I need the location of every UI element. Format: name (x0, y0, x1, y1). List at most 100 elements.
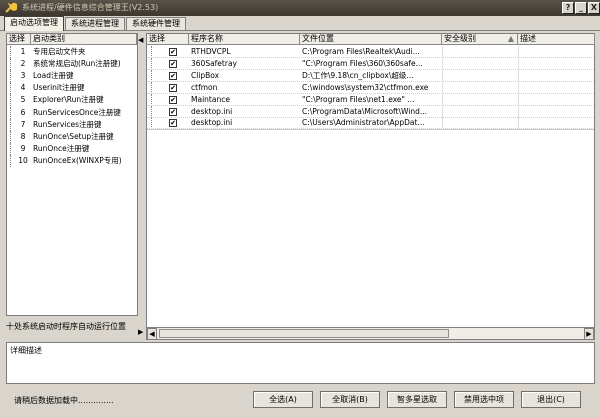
column-header-file-location[interactable]: 文件位置 (300, 34, 442, 45)
row-checkbox[interactable]: ✔ (169, 59, 177, 68)
program-name: desktop.ini (191, 118, 233, 128)
startup-category-item[interactable]: 4 Userinit注册键 (7, 82, 137, 95)
tree-connector (151, 93, 161, 105)
column-separator (442, 57, 443, 69)
row-checkbox[interactable]: ✔ (169, 83, 177, 92)
expand-arrow-icon[interactable]: ▶ (138, 328, 143, 336)
column-header-select[interactable]: 选择 (147, 34, 189, 45)
exit-button[interactable]: 退出(C) (521, 391, 581, 408)
row-checkbox[interactable]: ✔ (169, 119, 177, 128)
column-header-security-level[interactable]: 安全级别 ▲ (442, 34, 518, 45)
category-label: RunOnce注册键 (33, 143, 90, 153)
file-location: "C:\Program Files\360\360safe... (302, 58, 423, 68)
help-button[interactable]: ? (562, 2, 574, 14)
table-row[interactable]: ✔ ClipBox D:\工作\9.18\cn_clipbox\超级... (147, 69, 594, 82)
column-separator (442, 105, 443, 117)
startup-category-item[interactable]: 5 Explorer\Run注册键 (7, 94, 137, 107)
category-label: Load注册键 (33, 71, 74, 81)
table-row[interactable]: ✔ ctfmon C:\windows\system32\ctfmon.exe (147, 81, 594, 94)
startup-category-item[interactable]: 8 RunOnce\Setup注册键 (7, 130, 137, 143)
item-number: 5 (20, 95, 26, 105)
tree-connector (151, 81, 161, 93)
scrollbar-thumb[interactable] (159, 329, 449, 338)
table-row[interactable]: ✔ desktop.ini C:\Users\Administrator\AppDa… (147, 117, 594, 130)
horizontal-scrollbar[interactable]: ◀ ▶ (146, 327, 595, 340)
row-checkbox[interactable]: ✔ (169, 95, 177, 104)
category-label: RunOnceEx(WINXP专用) (33, 155, 122, 165)
item-number: 6 (20, 107, 26, 117)
category-label: Explorer\Run注册键 (33, 95, 104, 105)
column-header-description[interactable]: 描述 (518, 34, 595, 45)
status-text: 请稍后数据加载中.............. (14, 396, 114, 405)
minimize-button[interactable]: _ (575, 2, 587, 14)
category-label: Userinit注册键 (33, 83, 85, 93)
column-header-select[interactable]: 选择 (7, 34, 31, 45)
detail-description-box: 详细描述 (6, 342, 595, 384)
column-separator (518, 57, 519, 69)
item-number: 3 (20, 71, 26, 81)
row-checkbox[interactable]: ✔ (169, 71, 177, 80)
tab-strip-border (0, 30, 600, 31)
wrench-icon (3, 1, 18, 15)
tab-process-management[interactable]: 系统进程管理 (65, 17, 125, 30)
column-separator (442, 93, 443, 105)
column-separator (518, 69, 519, 81)
item-number: 4 (20, 83, 26, 93)
column-separator (442, 46, 443, 57)
tree-connector (151, 46, 161, 57)
disable-selected-button[interactable]: 禁用选中项 (454, 391, 514, 408)
table-row[interactable]: ✔ Maintance "C:\Program Files\net1.exe" .… (147, 93, 594, 106)
startup-category-item[interactable]: 6 RunServicesOnce注册键 (7, 106, 137, 119)
item-number: 10 (18, 155, 28, 165)
column-header-category[interactable]: 启动类别 (31, 34, 137, 45)
row-checkbox[interactable]: ✔ (169, 48, 177, 56)
scroll-left-icon[interactable]: ◀ (147, 328, 157, 340)
program-name: RTHDVCPL (191, 47, 231, 56)
startup-category-item[interactable]: 7 RunServices注册键 (7, 118, 137, 131)
detail-description-label: 详细描述 (10, 346, 42, 355)
column-separator (442, 69, 443, 81)
table-row[interactable]: ✔ 360Safetray "C:\Program Files\360\360saf… (147, 57, 594, 70)
program-name: desktop.ini (191, 106, 233, 116)
category-label: RunOnce\Setup注册键 (33, 131, 114, 141)
tab-hardware-management[interactable]: 系统硬件管理 (126, 17, 186, 30)
category-label: 系统常规启动(Run注册键) (33, 59, 121, 69)
scroll-right-icon[interactable]: ▶ (584, 328, 594, 340)
select-all-button[interactable]: 全选(A) (253, 391, 313, 408)
table-row[interactable]: ✔ RTHDVCPL C:\Program Files\Realtek\Audi..… (147, 46, 594, 58)
startup-program-table[interactable]: 选择 程序名称 文件位置 安全级别 ▲ 描述 ✔ RTHDVCPL C:\Progra… (146, 33, 595, 328)
close-button[interactable]: X (588, 2, 600, 14)
file-location: C:\Users\Administrator\AppDat... (302, 118, 425, 128)
file-location: C:\windows\system32\ctfmon.exe (302, 82, 429, 92)
tree-connector (151, 57, 161, 69)
column-separator (518, 81, 519, 93)
tree-connector (151, 69, 161, 81)
program-name: ClipBox (191, 70, 220, 80)
category-label: 专用启动文件夹 (33, 47, 86, 56)
program-name: ctfmon (191, 82, 218, 92)
startup-locations-caption: 十处系统启动时程序自动运行位置 (6, 316, 138, 338)
item-number: 1 (20, 47, 26, 56)
column-separator (442, 81, 443, 93)
smart-select-button[interactable]: 智多星选取 (387, 391, 447, 408)
column-separator (518, 93, 519, 105)
column-separator (518, 117, 519, 129)
table-row[interactable]: ✔ desktop.ini C:\ProgramData\Microsoft\Win… (147, 105, 594, 118)
category-label: RunServices注册键 (33, 119, 102, 129)
startup-category-item[interactable]: 10 RunOnceEx(WINXP专用) (7, 154, 137, 167)
tab-startup-options[interactable]: 启动选项管理 (4, 16, 64, 31)
file-location: "C:\Program Files\net1.exe" ... (302, 94, 415, 104)
item-number: 7 (20, 119, 26, 129)
program-name: 360Safetray (191, 58, 237, 68)
startup-category-item[interactable]: 1 专用启动文件夹 (7, 46, 137, 58)
startup-category-item[interactable]: 9 RunOnce注册键 (7, 142, 137, 155)
startup-category-item[interactable]: 2 系统常规启动(Run注册键) (7, 58, 137, 71)
row-checkbox[interactable]: ✔ (169, 107, 177, 116)
collapse-left-arrow-icon[interactable]: ◀ (138, 36, 143, 44)
startup-category-list[interactable]: 选择 启动类别 1 专用启动文件夹 2 系统常规启动(Run注册键) 3 Load注册键 4… (6, 33, 138, 316)
program-name: Maintance (191, 94, 230, 104)
startup-category-item[interactable]: 3 Load注册键 (7, 70, 137, 83)
item-number: 9 (20, 143, 26, 153)
column-header-program-name[interactable]: 程序名称 (189, 34, 300, 45)
deselect-all-button[interactable]: 全取消(B) (320, 391, 380, 408)
